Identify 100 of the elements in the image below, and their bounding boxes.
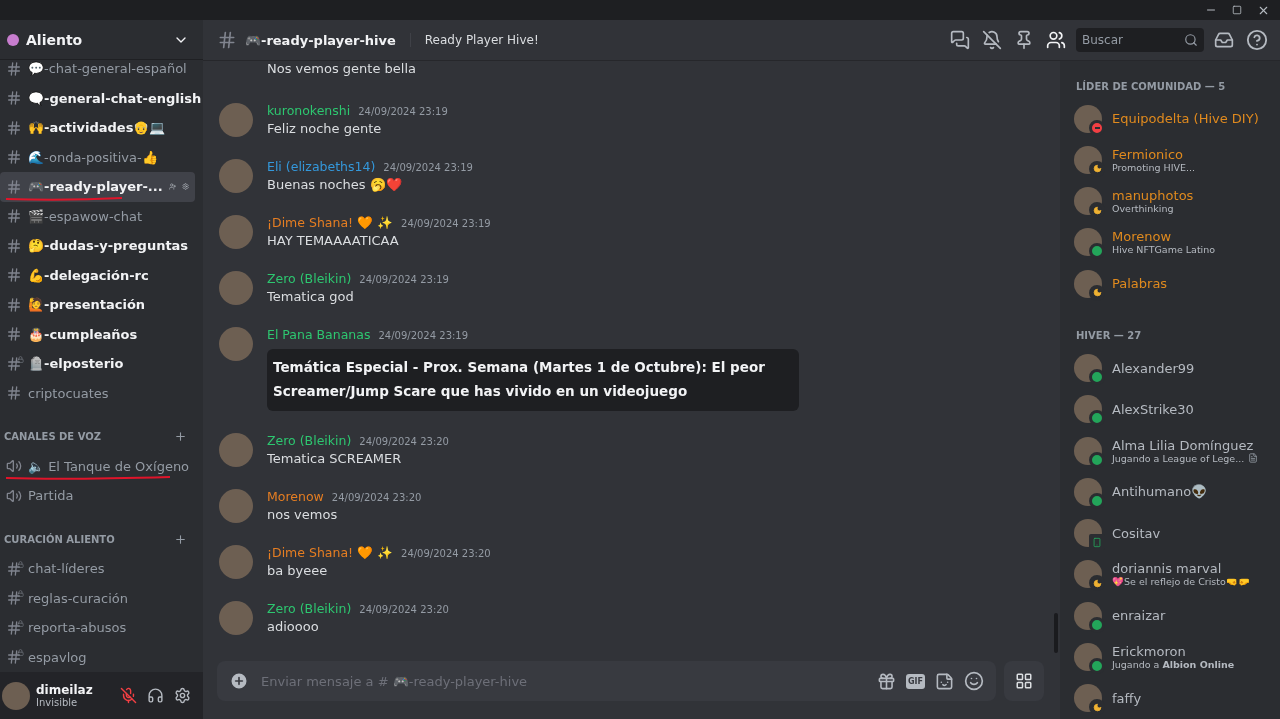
add-channel-icon[interactable]: [174, 430, 187, 444]
username: dimeilaz: [36, 683, 94, 697]
member-name[interactable]: Antihumano👽: [1112, 484, 1208, 500]
gift-icon[interactable]: [877, 671, 896, 691]
channel-item[interactable]: 🎂-cumpleaños: [0, 319, 195, 349]
hash-icon: [217, 30, 237, 50]
timestamp: 24/09/2024 23:19: [383, 162, 473, 173]
avatar[interactable]: [1074, 477, 1102, 506]
avatar[interactable]: [1074, 145, 1102, 174]
author-name[interactable]: El Pana Bananas: [267, 327, 371, 342]
member-group-title: LÍDER DE COMUNIDAD — 5: [1075, 79, 1227, 94]
timestamp: 24/09/2024 23:20: [359, 436, 449, 447]
emoji-icon[interactable]: [964, 671, 984, 691]
bell-off-icon[interactable]: [980, 28, 1004, 52]
avatar[interactable]: [1074, 354, 1102, 383]
channel-item[interactable]: 🙌-actividades👴💻: [0, 113, 195, 143]
author-name[interactable]: Eli (elizabeths14): [267, 159, 376, 174]
mute-icon[interactable]: [118, 685, 139, 706]
member-name[interactable]: Erickmoron: [1112, 644, 1235, 659]
member-name[interactable]: manuphotos: [1112, 188, 1194, 204]
channel-item[interactable]: Partida: [0, 481, 195, 511]
gif-button[interactable]: GIF: [906, 673, 925, 689]
channel-name: 🌊-onda-positiva-👍: [28, 149, 159, 165]
add-icon[interactable]: [229, 671, 249, 691]
channel-name: reporta-abusos: [28, 620, 128, 636]
avatar[interactable]: [1074, 395, 1102, 424]
sticker-icon[interactable]: [935, 671, 954, 691]
channel-name: 🗨-general-chat-english: [28, 90, 202, 106]
timestamp: 24/09/2024 23:19: [378, 330, 469, 341]
author-name[interactable]: Zero (Bleikin): [267, 601, 352, 616]
author-name[interactable]: kuronokenshi: [267, 103, 351, 118]
channel-item[interactable]: criptocuates: [0, 378, 195, 408]
channel-item[interactable]: 🤔-dudas-y-preguntas: [0, 231, 195, 261]
timestamp: 24/09/2024 23:19: [358, 106, 448, 117]
channel-name: reglas-curación: [28, 590, 129, 606]
avatar[interactable]: [1074, 436, 1102, 465]
author-name[interactable]: ¡Dime Shana! 🧡 ✨: [267, 545, 393, 560]
avatar[interactable]: [1074, 269, 1102, 298]
embed-card: Temática Especial - Prox. Semana (Martes 1 de Octubre): El peor Screamer/Jump Scare que has vivido en un videojuego: [267, 349, 799, 411]
channel-item[interactable]: 💪-delegación-rc: [0, 260, 195, 290]
help-icon[interactable]: [1244, 27, 1270, 53]
add-channel-icon[interactable]: [174, 532, 187, 546]
apps-icon[interactable]: [1015, 672, 1033, 690]
maximize-icon[interactable]: [1232, 5, 1242, 15]
channel-name: 🔈 El Tanque de Oxígeno: [28, 458, 190, 474]
member-activity: Jugando a League of Lege...: [1112, 452, 1245, 464]
member-name[interactable]: faffy: [1112, 690, 1142, 706]
member-name[interactable]: enraizar: [1112, 608, 1166, 624]
channel-name: 🪦-elposterio: [28, 356, 125, 372]
member-name[interactable]: AlexStrike30: [1112, 401, 1194, 417]
category-title[interactable]: CANALES DE VOZ: [4, 431, 101, 443]
avatar[interactable]: [1074, 228, 1102, 257]
member-activity: Hive NFTGame Latino: [1112, 244, 1216, 256]
avatar[interactable]: [1074, 104, 1102, 133]
author-name[interactable]: Morenow: [267, 489, 324, 504]
member-name[interactable]: Fermionico: [1112, 146, 1196, 162]
channel-item[interactable]: reglas-curación: [0, 583, 195, 613]
channel-item[interactable]: 🪦-elposterio: [0, 349, 195, 379]
channel-item[interactable]: espavlog: [0, 642, 195, 672]
author-name[interactable]: ¡Dime Shana! 🧡 ✨: [267, 215, 393, 230]
channel-name: Partida: [28, 488, 75, 504]
avatar[interactable]: [1074, 684, 1102, 713]
author-name[interactable]: Zero (Bleikin): [267, 271, 352, 286]
channel-item[interactable]: 🔈 El Tanque de Oxígeno: [0, 451, 195, 481]
message-text: adioooo: [267, 619, 320, 634]
channel-item[interactable]: chat-líderes: [0, 554, 195, 584]
apps-button[interactable]: [1004, 661, 1044, 701]
member-name[interactable]: Cositav: [1112, 525, 1161, 541]
channel-item[interactable]: reporta-abusos: [0, 613, 195, 643]
channel-item[interactable]: 🌊-onda-positiva-👍: [0, 142, 195, 172]
channel-item[interactable]: 🎮-ready-player-...: [0, 172, 195, 202]
avatar[interactable]: [1074, 187, 1102, 216]
channel-name: chat-líderes: [28, 561, 106, 577]
member-name[interactable]: Alexander99: [1112, 360, 1195, 376]
message-field[interactable]: Enviar mensaje a # 🎮-ready-player-hive GIF: [217, 661, 996, 701]
threads-icon[interactable]: [948, 28, 972, 52]
timestamp: 24/09/2024 23:20: [359, 604, 449, 615]
channel-item[interactable]: 🙋-presentación: [0, 290, 195, 320]
user-status: Invisible: [36, 697, 79, 708]
channel-item[interactable]: 🎬-espawow-chat: [0, 201, 195, 231]
search-icon: [1184, 33, 1198, 47]
member-name[interactable]: Palabras: [1112, 276, 1168, 292]
channel-name: 🎮-ready-player-...: [28, 179, 163, 195]
author-name[interactable]: Zero (Bleikin): [267, 433, 352, 448]
avatar[interactable]: [1074, 601, 1102, 630]
message-text: HAY TEMAAAATICAA: [267, 233, 400, 248]
member-name[interactable]: Equipodelta (Hive DIY): [1112, 111, 1259, 127]
message-text: Feliz noche gente: [267, 121, 383, 136]
timestamp: 24/09/2024 23:19: [401, 218, 491, 229]
search-field[interactable]: Buscar: [1076, 28, 1204, 52]
timestamp: 24/09/2024 23:19: [359, 274, 449, 285]
message-text: Nos vemos gente bella: [267, 61, 416, 76]
avatar[interactable]: [1074, 643, 1102, 671]
category-title[interactable]: CURACIÓN ALIENTO: [4, 533, 115, 545]
member-name[interactable]: doriannis marval: [1112, 561, 1250, 577]
channel-title: 🎮-ready-player-hive: [245, 32, 396, 48]
avatar[interactable]: [1074, 560, 1102, 589]
member-name[interactable]: Alma Lilia Domínguez: [1112, 437, 1259, 453]
headphones-icon[interactable]: [145, 685, 166, 706]
member-name[interactable]: Morenow: [1112, 229, 1216, 245]
